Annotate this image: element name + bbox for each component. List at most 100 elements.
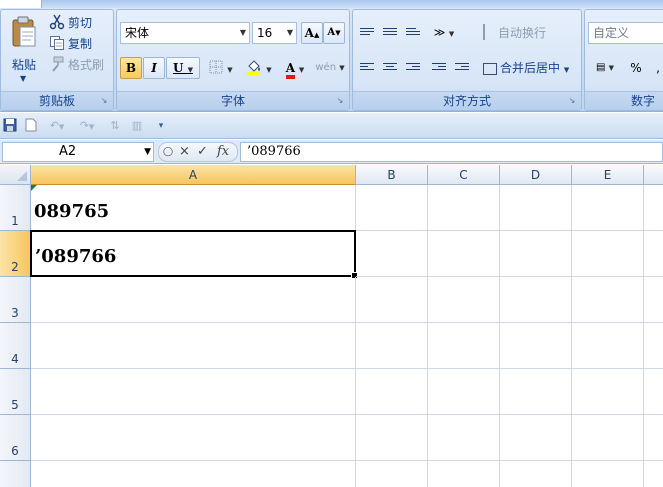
wrap-text-button[interactable]: 自动换行: [483, 23, 546, 43]
copy-button[interactable]: 复制: [49, 34, 92, 54]
column-header-c[interactable]: C: [428, 165, 500, 185]
align-right-button[interactable]: [402, 57, 424, 79]
row-header-3[interactable]: 3: [0, 277, 31, 323]
save-button[interactable]: [3, 118, 17, 134]
select-all-button[interactable]: [0, 165, 31, 185]
dialog-launcher-icon[interactable]: ↘: [335, 96, 345, 106]
cell-f7[interactable]: [644, 461, 663, 487]
cell-b2[interactable]: [356, 231, 428, 277]
row-header-4[interactable]: 4: [0, 323, 31, 369]
chevron-down-icon[interactable]: ▼: [284, 23, 296, 43]
cell-c7[interactable]: [428, 461, 500, 487]
chevron-down-icon[interactable]: ▼: [237, 23, 249, 43]
row-header-5[interactable]: 5: [0, 369, 31, 415]
orientation-button[interactable]: ≫ ▼: [427, 22, 461, 44]
cell-f6[interactable]: [644, 415, 663, 461]
cell-f5[interactable]: [644, 369, 663, 415]
row-header-1[interactable]: 1: [0, 185, 31, 231]
dialog-launcher-icon[interactable]: ↘: [567, 96, 577, 106]
cell-d1[interactable]: [500, 185, 572, 231]
cell-e7[interactable]: [572, 461, 644, 487]
cell-c1[interactable]: [428, 185, 500, 231]
insert-function-button[interactable]: fx: [217, 143, 229, 161]
cell-e5[interactable]: [572, 369, 644, 415]
decrease-indent-button[interactable]: [428, 57, 450, 79]
underline-button[interactable]: U ▼: [166, 57, 200, 79]
align-bottom-button[interactable]: [402, 22, 424, 44]
cell-d3[interactable]: [500, 277, 572, 323]
cell-c5[interactable]: [428, 369, 500, 415]
column-header-f[interactable]: [644, 165, 663, 185]
align-middle-button[interactable]: [379, 22, 401, 44]
paste-button[interactable]: 粘贴 ▼: [5, 14, 43, 90]
increase-indent-button[interactable]: [451, 57, 473, 79]
dialog-launcher-icon[interactable]: ↘: [99, 96, 109, 106]
phonetic-button[interactable]: wén ▼: [313, 57, 347, 79]
cell-e6[interactable]: [572, 415, 644, 461]
number-format-combo[interactable]: 自定义: [588, 22, 663, 44]
cut-button[interactable]: 剪切: [49, 13, 92, 33]
cell-c6[interactable]: [428, 415, 500, 461]
cell-b4[interactable]: [356, 323, 428, 369]
cell-d5[interactable]: [500, 369, 572, 415]
cell-a2[interactable]: ’089766: [30, 230, 358, 279]
name-box[interactable]: A2 ▼: [2, 142, 154, 162]
borders-button[interactable]: ▼: [204, 57, 238, 79]
column-header-e[interactable]: E: [572, 165, 644, 185]
cell-a6[interactable]: [31, 415, 356, 461]
row-header-7[interactable]: [0, 461, 31, 487]
formula-input[interactable]: ’089766: [240, 142, 663, 162]
cell-c4[interactable]: [428, 323, 500, 369]
expand-formula-icon[interactable]: ◯: [163, 143, 173, 161]
enter-icon[interactable]: ✓: [197, 143, 208, 161]
font-color-button[interactable]: A ▼: [278, 57, 312, 79]
cell-e2[interactable]: [572, 231, 644, 277]
new-button[interactable]: [24, 118, 38, 134]
bold-button[interactable]: B: [120, 57, 142, 79]
fill-color-button[interactable]: ▼: [242, 57, 276, 79]
sort-button[interactable]: ⇅: [106, 118, 124, 134]
merge-center-button[interactable]: 合并后居中 ▼: [483, 58, 569, 78]
customize-qat-button[interactable]: ▾: [155, 118, 167, 134]
cell-d6[interactable]: [500, 415, 572, 461]
column-header-d[interactable]: D: [500, 165, 572, 185]
cell-a7[interactable]: [31, 461, 356, 487]
cell-d2[interactable]: [500, 231, 572, 277]
font-name-combo[interactable]: 宋体 ▼: [120, 22, 250, 44]
cell-c3[interactable]: [428, 277, 500, 323]
percent-button[interactable]: %: [625, 57, 647, 79]
chevron-down-icon[interactable]: ▼: [144, 143, 151, 161]
format-painter-button[interactable]: 格式刷: [49, 55, 104, 75]
cell-d7[interactable]: [500, 461, 572, 487]
redo-button[interactable]: ↷▼: [76, 118, 98, 134]
cell-e1[interactable]: [572, 185, 644, 231]
cell-b1[interactable]: [356, 185, 428, 231]
column-header-a[interactable]: A: [31, 165, 356, 185]
row-header-2[interactable]: 2: [0, 231, 31, 277]
comma-style-button[interactable]: ,: [647, 57, 663, 79]
cell-f4[interactable]: [644, 323, 663, 369]
cell-f2[interactable]: [644, 231, 663, 277]
chart-button[interactable]: ▥: [128, 118, 146, 134]
align-left-button[interactable]: [356, 57, 378, 79]
cancel-icon[interactable]: ×: [179, 143, 190, 161]
column-header-b[interactable]: B: [356, 165, 428, 185]
undo-button[interactable]: ↶▼: [46, 118, 68, 134]
cell-b7[interactable]: [356, 461, 428, 487]
cell-e4[interactable]: [572, 323, 644, 369]
row-header-6[interactable]: 6: [0, 415, 31, 461]
cell-f3[interactable]: [644, 277, 663, 323]
cell-f1[interactable]: [644, 185, 663, 231]
cell-a5[interactable]: [31, 369, 356, 415]
align-top-button[interactable]: [356, 22, 378, 44]
cell-a3[interactable]: [31, 277, 356, 323]
cell-a1[interactable]: 089765: [31, 185, 356, 231]
cell-c2[interactable]: [428, 231, 500, 277]
cell-a4[interactable]: [31, 323, 356, 369]
shrink-font-button[interactable]: A▼: [323, 22, 345, 44]
cell-b6[interactable]: [356, 415, 428, 461]
cell-b5[interactable]: [356, 369, 428, 415]
grow-font-button[interactable]: A▲: [301, 22, 323, 44]
cell-b3[interactable]: [356, 277, 428, 323]
align-center-button[interactable]: [379, 57, 401, 79]
